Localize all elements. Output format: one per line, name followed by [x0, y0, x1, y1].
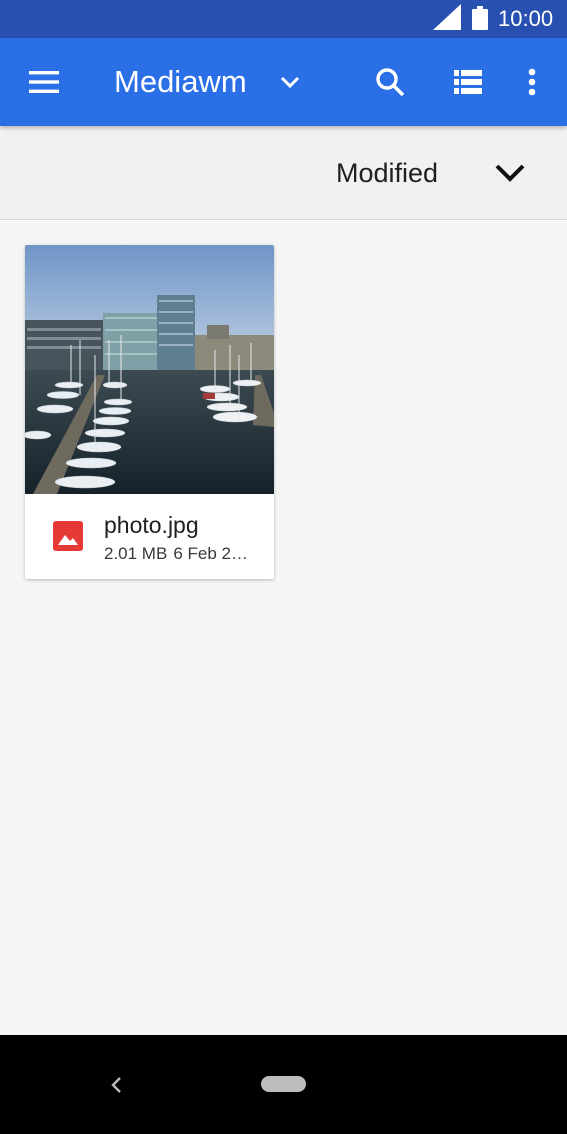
back-button[interactable] [100, 1069, 132, 1101]
hamburger-menu-icon [29, 71, 59, 93]
search-button[interactable] [368, 60, 412, 104]
status-bar: 10:00 [0, 0, 567, 38]
file-size: 2.01 MB [104, 544, 168, 563]
view-toggle-button[interactable] [446, 60, 490, 104]
chevron-down-icon [280, 76, 300, 88]
file-name: photo.jpg [104, 512, 199, 538]
signal-full-icon [433, 4, 461, 30]
battery-full-icon [472, 6, 488, 30]
home-pill-icon[interactable] [261, 1076, 306, 1092]
sort-dropdown-button[interactable] [490, 156, 530, 190]
more-vert-icon [528, 68, 536, 96]
chevron-down-icon [495, 164, 525, 182]
back-arrow-icon [111, 1077, 121, 1093]
more-options-button[interactable] [512, 60, 552, 104]
status-time: 10:00 [498, 6, 554, 31]
list-view-icon [454, 70, 482, 94]
folder-dropdown-button[interactable] [272, 64, 308, 100]
file-card[interactable]: photo.jpg 2.01 MB 6 Feb 2… [25, 245, 274, 579]
file-date: 6 Feb 2… [173, 544, 248, 563]
folder-title[interactable]: Mediawm [114, 64, 247, 100]
app-bar: Mediawm [0, 38, 567, 126]
file-thumbnail [25, 245, 274, 494]
search-icon [376, 68, 405, 97]
sort-label[interactable]: Modified [336, 157, 438, 189]
menu-button[interactable] [20, 60, 68, 104]
navigation-bar [0, 1035, 567, 1134]
image-file-icon [53, 521, 83, 551]
sort-bar: Modified [0, 126, 567, 220]
file-details: 2.01 MB 6 Feb 2… [104, 543, 262, 565]
